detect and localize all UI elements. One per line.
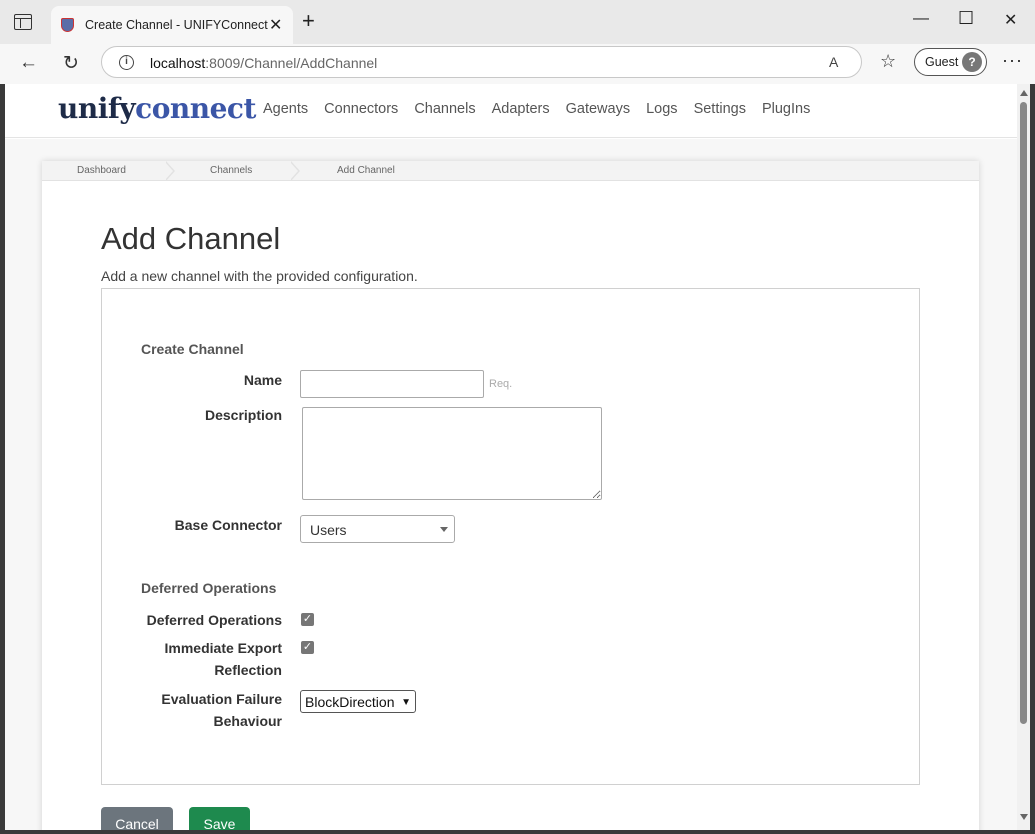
close-window-icon[interactable]: ✕ (1004, 10, 1017, 30)
browser-tab[interactable]: Create Channel - UNIFYConnect ✕ (51, 6, 293, 44)
browser-toolbar: ← ↻ i localhost:8009/Channel/AddChannel … (0, 44, 1035, 84)
more-menu-icon[interactable]: ··· (1002, 50, 1023, 71)
scroll-down-icon[interactable] (1020, 814, 1028, 820)
breadcrumb-current: Add Channel (337, 165, 395, 176)
immediate-export-label: Immediate Export Reflection (164, 640, 282, 678)
profile-label: Guest (925, 55, 959, 69)
required-hint: Req. (489, 378, 513, 390)
main-nav: Agents Connectors Channels Adapters Gate… (263, 101, 826, 117)
description-label: Description (204, 407, 282, 423)
section-title-deferred: Deferred Operations (141, 580, 277, 596)
breadcrumb-separator (290, 161, 300, 181)
site-logo[interactable]: unifyconnect (58, 92, 256, 125)
breadcrumb-channels[interactable]: Channels (210, 165, 252, 176)
minimize-icon[interactable]: — (913, 10, 929, 28)
base-connector-value: Users (310, 522, 347, 538)
nav-connectors[interactable]: Connectors (324, 101, 398, 117)
section-title-create: Create Channel (141, 341, 244, 357)
page-scrollbar[interactable] (1017, 84, 1030, 830)
site-favicon-icon (61, 18, 74, 32)
nav-logs[interactable]: Logs (646, 101, 677, 117)
nav-gateways[interactable]: Gateways (566, 101, 630, 117)
scroll-thumb[interactable] (1020, 102, 1027, 724)
reload-icon[interactable]: ↻ (63, 52, 79, 75)
cancel-button[interactable]: Cancel (101, 807, 173, 830)
page-viewport: unifyconnect Agents Connectors Channels … (5, 84, 1017, 830)
page-description: Add a new channel with the provided conf… (101, 268, 418, 284)
breadcrumb-dashboard[interactable]: Dashboard (77, 165, 126, 176)
name-label: Name (243, 372, 282, 388)
deferred-ops-checkbox[interactable]: ✓ (301, 613, 314, 626)
tab-title: Create Channel - UNIFYConnect (85, 18, 268, 32)
chevron-down-icon (440, 527, 448, 532)
read-aloud-icon[interactable]: A (829, 54, 838, 70)
nav-plugins[interactable]: PlugIns (762, 101, 810, 117)
eval-failure-select[interactable]: BlockDirection ▼ (300, 690, 416, 713)
nav-channels[interactable]: Channels (414, 101, 475, 117)
maximize-icon[interactable]: ☐ (958, 8, 974, 29)
favorites-icon[interactable]: ☆ (880, 51, 896, 72)
nav-settings[interactable]: Settings (694, 101, 746, 117)
back-icon[interactable]: ← (19, 52, 38, 74)
name-input[interactable] (300, 370, 484, 398)
profile-avatar-icon: ? (962, 52, 982, 72)
info-icon[interactable]: i (119, 55, 134, 70)
breadcrumb-separator (165, 161, 175, 181)
profile-button[interactable]: Guest ? (914, 48, 987, 76)
url-text: localhost:8009/Channel/AddChannel (150, 55, 378, 71)
tab-actions-icon[interactable] (14, 14, 32, 30)
browser-titlebar: Create Channel - UNIFYConnect ✕ + — ☐ ✕ (0, 0, 1035, 44)
new-tab-icon[interactable]: + (302, 10, 315, 32)
site-header: unifyconnect Agents Connectors Channels … (5, 84, 1017, 138)
immediate-export-checkbox[interactable]: ✓ (301, 641, 314, 654)
chevron-down-icon: ▼ (401, 697, 411, 708)
close-tab-icon[interactable]: ✕ (269, 15, 282, 35)
deferred-ops-label: Deferred Operations (146, 612, 282, 628)
base-connector-select[interactable]: Users (300, 515, 455, 543)
description-textarea[interactable] (302, 407, 602, 500)
channel-form: Create Channel Name Req. Description Bas… (101, 288, 920, 785)
base-connector-label: Base Connector (174, 517, 282, 533)
eval-failure-label: Evaluation Failure Behaviour (161, 691, 282, 729)
page-title: Add Channel (101, 221, 281, 256)
eval-failure-value: BlockDirection (305, 694, 395, 710)
nav-agents[interactable]: Agents (263, 101, 308, 117)
scroll-up-icon[interactable] (1020, 90, 1028, 96)
nav-adapters[interactable]: Adapters (492, 101, 550, 117)
breadcrumb: Dashboard Channels Add Channel (42, 161, 979, 181)
content-card: Dashboard Channels Add Channel Add Chann… (42, 161, 979, 830)
address-bar[interactable]: i localhost:8009/Channel/AddChannel A (101, 46, 862, 78)
save-button[interactable]: Save (189, 807, 250, 830)
